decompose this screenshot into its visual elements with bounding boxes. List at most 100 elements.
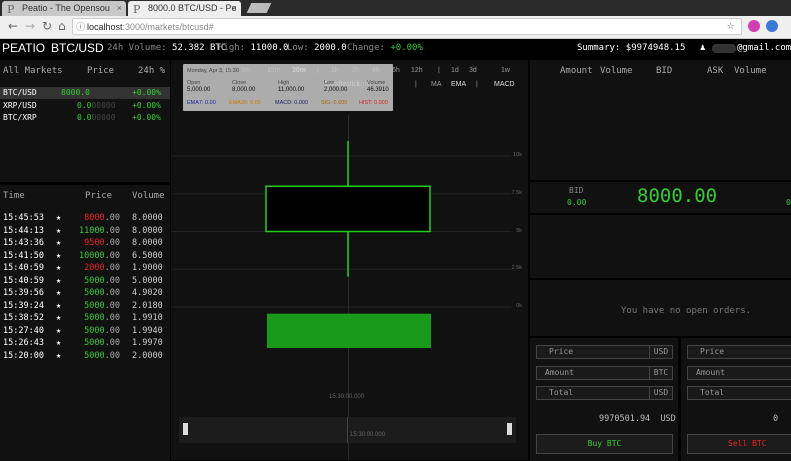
extension-icon[interactable] (748, 20, 760, 32)
star-icon[interactable]: ★ (56, 300, 61, 312)
chart-panel: 1m5m15m30m|1h2h4h6h12h|1d3d1wCandlestick… (171, 60, 528, 460)
market-name: BTC/USD (51, 41, 104, 55)
change-stat: Change: +0.00% (347, 43, 423, 53)
buy-total-input[interactable]: Total (536, 386, 652, 400)
trade-volume: 8.0000 (132, 225, 163, 236)
star-icon[interactable]: ★ (56, 337, 61, 349)
trade-price: 5000.00 (84, 275, 120, 286)
trade-time: 15:43:36 (3, 238, 44, 248)
star-icon[interactable]: ★ (56, 250, 61, 262)
trade-row: 15:26:43 ★ 5000.00 1.9970 (0, 337, 170, 349)
y-tick-label: 0k (516, 303, 522, 309)
trade-price: 5000.00 (84, 325, 120, 336)
candlestick-plot[interactable] (171, 60, 528, 460)
sell-button[interactable]: Sell BTC (687, 434, 791, 454)
user-icon[interactable]: ♟ (700, 39, 705, 58)
trade-row: 15:45:53 ★ 8000.00 8.0000 (0, 212, 170, 224)
browser-tab-btcusd[interactable]: P 8000.0 BTC/USD - Pe × (128, 1, 241, 16)
market-row-xrpusd[interactable]: XRP/USD 0.000000 +0.00% (0, 100, 170, 112)
trade-time: 15:20:00 (3, 350, 44, 361)
markets-col-change: 24h % (138, 66, 166, 76)
trade-row: 15:39:56 ★ 5000.00 4.9020 (0, 287, 170, 299)
orderbook-col-volume2: Volume (734, 66, 767, 76)
buy-form: Price USD Amount BTC Total USD 9970501.9… (530, 338, 678, 461)
trade-time: 15:41:50 (3, 250, 44, 261)
trade-volume: 1.9000 (132, 263, 163, 273)
star-icon[interactable]: ★ (56, 212, 61, 224)
star-icon[interactable]: ★ (56, 350, 61, 362)
orderbook-panel: Amount Volume BID ASK Volume (530, 60, 791, 180)
trade-price: 5000.00 (84, 313, 120, 323)
buy-amount-input[interactable]: Amount (536, 366, 652, 380)
y-tick-label: 2.5k (511, 265, 522, 271)
trade-row: 15:40:59 ★ 2000.00 1.9000 (0, 262, 170, 274)
trade-volume: 8.0000 (132, 238, 163, 248)
trade-volume: 2.0000 (132, 350, 163, 361)
url-path: :3000/markets/btcusd# (122, 22, 214, 32)
trade-price: 5000.00 (84, 288, 120, 298)
sell-amount-input[interactable]: Amount (687, 366, 791, 380)
trade-time: 15:39:56 (3, 288, 44, 298)
trade-volume: 1.9940 (132, 325, 163, 336)
buy-button[interactable]: Buy BTC (536, 434, 673, 454)
candle-body[interactable] (265, 185, 431, 233)
back-icon[interactable]: ← (8, 19, 18, 33)
navigator-handle-right[interactable] (507, 423, 512, 435)
address-bar[interactable]: ⓘ localhost:3000/markets/btcusd# (72, 18, 742, 35)
star-icon[interactable]: ★ (56, 287, 61, 299)
sell-balance: 0 (773, 414, 779, 424)
buy-price-unit: USD (649, 345, 673, 359)
bookmark-star-icon[interactable]: ☆ (727, 18, 734, 32)
star-icon[interactable]: ★ (56, 312, 61, 324)
chart-navigator[interactable]: 15:30:00.000 (179, 417, 516, 443)
user-email[interactable]: @gmail.com (737, 39, 791, 58)
star-icon[interactable]: ★ (56, 325, 61, 337)
url-host: localhost (87, 22, 123, 32)
y-tick-label: 10k (513, 152, 522, 158)
star-icon[interactable]: ★ (56, 262, 61, 274)
ask-value: 0 (786, 198, 791, 207)
markets-panel: All Markets Price 24h % BTC/USD 8000.0 +… (0, 60, 170, 182)
market-row-btcxrp[interactable]: BTC/XRP 0.000000 +0.00% (0, 112, 170, 124)
buy-price-input[interactable]: Price (536, 345, 652, 359)
tab-favicon-icon: P (7, 3, 15, 16)
orderbook-col-bid: BID (656, 66, 673, 76)
sell-total-input[interactable]: Total (687, 386, 791, 400)
extension-icon[interactable] (766, 20, 778, 32)
trade-volume: 6.5000 (132, 250, 163, 261)
buy-balance: 9970501.94 USD (599, 414, 676, 424)
navigator-label: 15:30:00.000 (350, 432, 386, 438)
markets-col-price: Price (87, 66, 115, 76)
volume-bar[interactable] (267, 313, 431, 348)
trade-time: 15:40:59 (3, 263, 44, 273)
sell-form: Price Amount Total 0 Sell BTC (681, 338, 791, 461)
trade-volume: 5.0000 (132, 275, 163, 286)
reload-icon[interactable]: ↻ (42, 19, 52, 33)
forward-icon[interactable]: → (25, 19, 35, 33)
trade-volume: 2.0180 (132, 300, 163, 311)
info-icon[interactable]: ⓘ (76, 19, 85, 36)
star-icon[interactable]: ★ (56, 237, 61, 249)
market-row-btcusd[interactable]: BTC/USD 8000.0 +0.00% (0, 87, 170, 99)
close-icon[interactable]: × (117, 1, 122, 16)
navigator-handle-left[interactable] (183, 423, 188, 435)
close-icon[interactable]: × (232, 1, 237, 16)
high-stat: High: 11000.0 (218, 43, 289, 53)
trade-row: 15:38:52 ★ 5000.00 1.9910 (0, 312, 170, 324)
x-tick-label: 15:30:00.000 (329, 394, 365, 400)
orderbook-col-amount: Amount (560, 66, 593, 76)
tab-title: 8000.0 BTC/USD - Pe (148, 3, 237, 13)
markets-title: All Markets (3, 66, 63, 76)
logo[interactable]: PEATIO (2, 39, 45, 58)
trade-time: 15:39:24 (3, 300, 44, 311)
bid-label: BID (569, 186, 584, 195)
home-icon[interactable]: ⌂ (58, 19, 66, 33)
browser-tab-peatio[interactable]: P Peatio - The Opensou × (2, 1, 126, 16)
star-icon[interactable]: ★ (56, 275, 61, 287)
trade-time: 15:27:40 (3, 325, 44, 336)
sell-price-input[interactable]: Price (687, 345, 791, 359)
trade-volume: 1.9970 (132, 338, 163, 348)
star-icon[interactable]: ★ (56, 225, 61, 237)
new-tab-button[interactable] (246, 3, 272, 13)
trade-price: 11000.00 (79, 225, 120, 236)
